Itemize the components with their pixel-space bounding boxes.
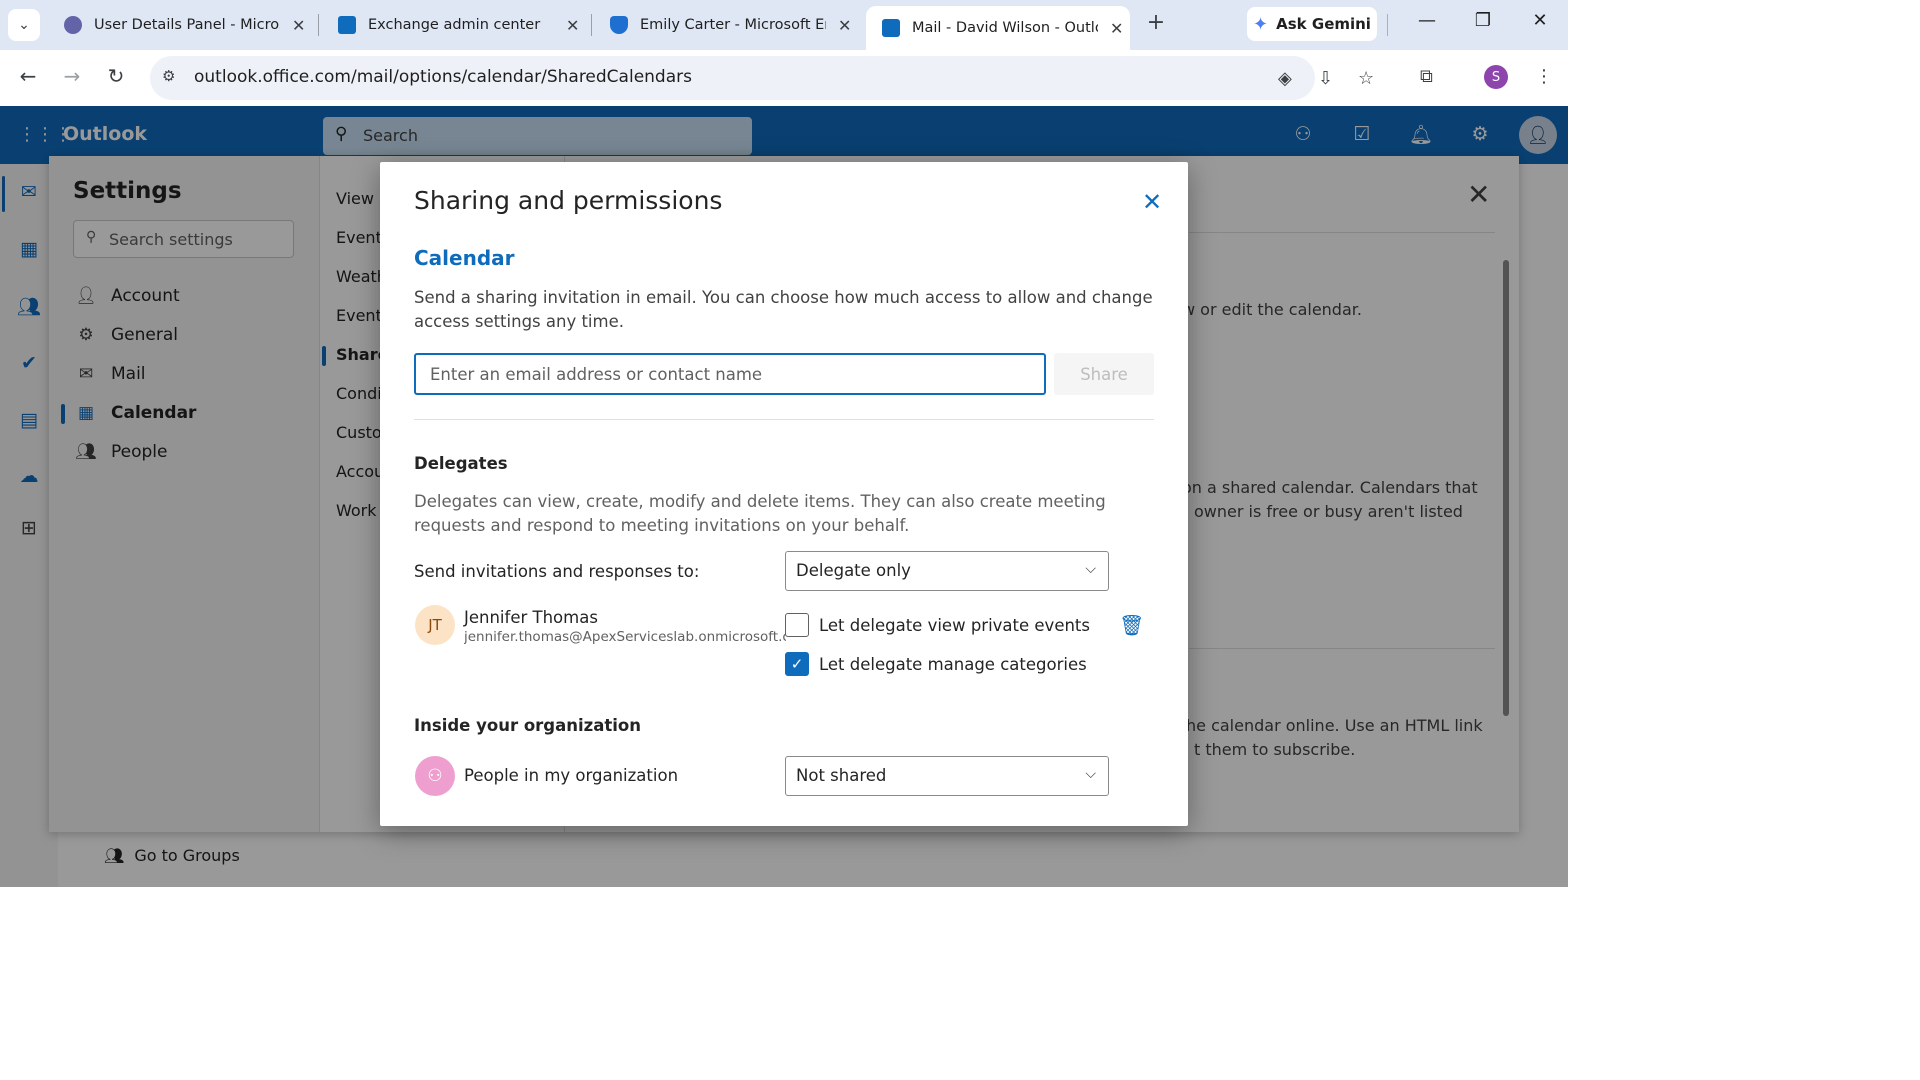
- share-button[interactable]: Share: [1054, 353, 1154, 395]
- browser-tab-entra[interactable]: Emily Carter - Microsoft Entr ✕: [594, 6, 851, 44]
- profile-avatar[interactable]: S: [1484, 65, 1508, 89]
- outlook-icon: [882, 19, 900, 37]
- minimize-icon[interactable]: —: [1407, 10, 1447, 31]
- email-field[interactable]: [414, 353, 1046, 395]
- close-tab-icon[interactable]: ✕: [566, 16, 579, 35]
- browser-toolbar: ← → ↻ ⚙ outlook.office.com/mail/options/…: [0, 50, 1568, 106]
- extensions-icon[interactable]: ⧉: [1420, 66, 1433, 87]
- send-invitations-label: Send invitations and responses to:: [414, 562, 700, 581]
- send-invitations-dropdown[interactable]: Delegate only ⌵: [785, 551, 1109, 591]
- manage-categories-label[interactable]: Let delegate manage categories: [819, 655, 1087, 674]
- address-bar[interactable]: ⚙ outlook.office.com/mail/options/calend…: [150, 56, 1374, 100]
- browser-tab-user-details[interactable]: User Details Panel - Microsof ✕: [48, 6, 305, 44]
- forward-arrow-icon[interactable]: →: [58, 64, 86, 88]
- dropdown-value: Not shared: [796, 766, 887, 785]
- exchange-icon: [338, 16, 356, 34]
- close-tab-icon[interactable]: ✕: [1110, 19, 1123, 38]
- tab-label: Exchange admin center: [368, 17, 541, 33]
- checkmark-icon: ✓: [790, 655, 804, 673]
- manage-categories-checkbox[interactable]: ✓: [785, 652, 809, 676]
- divider: [414, 419, 1154, 420]
- gear-icon: [64, 16, 82, 34]
- bookmark-star-icon[interactable]: ☆: [1358, 68, 1374, 89]
- browser-tab-outlook[interactable]: Mail - David Wilson - Outloo ✕: [866, 6, 1130, 50]
- back-arrow-icon[interactable]: ←: [14, 64, 42, 88]
- tab-divider: [591, 14, 592, 36]
- delete-delegate-trash-icon[interactable]: 🗑︎: [1119, 613, 1144, 637]
- browser-tab-strip: ⌄ User Details Panel - Microsof ✕ Exchan…: [0, 0, 1568, 50]
- view-private-events-label[interactable]: Let delegate view private events: [819, 616, 1090, 635]
- gemini-sparkle-icon: ✦: [1253, 13, 1269, 35]
- organization-sharing-dropdown[interactable]: Not shared ⌵: [785, 756, 1109, 796]
- install-app-icon[interactable]: ⇩: [1318, 68, 1333, 89]
- organization-people-icon: ⚇: [415, 756, 455, 796]
- sharing-permissions-dialog: Sharing and permissions ✕ Calendar Send …: [380, 162, 1188, 826]
- browser-tab-exchange[interactable]: Exchange admin center ✕: [322, 6, 579, 44]
- close-icon[interactable]: ✕: [1140, 190, 1164, 214]
- close-tab-icon[interactable]: ✕: [292, 16, 305, 35]
- more-menu-icon[interactable]: ⋮: [1535, 66, 1553, 87]
- tab-divider: [318, 14, 319, 36]
- url-text[interactable]: outlook.office.com/mail/options/calendar…: [194, 67, 692, 87]
- close-window-icon[interactable]: ✕: [1520, 10, 1560, 31]
- ask-gemini-label: Ask Gemini: [1276, 15, 1371, 33]
- reload-icon[interactable]: ↻: [102, 64, 130, 88]
- lens-icon[interactable]: ◈: [1278, 68, 1292, 89]
- tab-label: Emily Carter - Microsoft Entr: [640, 17, 826, 33]
- tab-search-chevron-icon[interactable]: ⌄: [8, 9, 40, 41]
- dropdown-value: Delegate only: [796, 561, 911, 580]
- calendar-heading: Calendar: [414, 246, 515, 270]
- chevron-down-icon: ⌵: [1085, 766, 1096, 782]
- chevron-down-icon: ⌵: [1085, 561, 1096, 577]
- tab-divider: [1387, 14, 1388, 36]
- close-tab-icon[interactable]: ✕: [838, 16, 851, 35]
- site-settings-icon[interactable]: ⚙: [162, 67, 184, 89]
- tab-label: Mail - David Wilson - Outloo: [912, 20, 1098, 36]
- inside-organization-heading: Inside your organization: [414, 716, 642, 735]
- sharing-intro-text: Send a sharing invitation in email. You …: [414, 288, 1153, 331]
- entra-icon: [610, 16, 628, 34]
- restore-icon[interactable]: ❐: [1463, 10, 1503, 31]
- organization-row-label: People in my organization: [464, 766, 679, 785]
- tab-label: User Details Panel - Microsof: [94, 17, 280, 33]
- delegate-name: Jennifer Thomas: [464, 608, 598, 627]
- new-tab-button[interactable]: +: [1142, 10, 1170, 35]
- view-private-events-checkbox[interactable]: [785, 613, 809, 637]
- delegates-heading: Delegates: [414, 454, 508, 473]
- dialog-title: Sharing and permissions: [414, 186, 723, 215]
- delegate-email: jennifer.thomas@ApexServiceslab.onmicros…: [464, 629, 786, 645]
- ask-gemini-button[interactable]: ✦ Ask Gemini: [1247, 7, 1377, 41]
- delegates-description: Delegates can view, create, modify and d…: [414, 492, 1106, 535]
- delegate-avatar: JT: [415, 605, 455, 645]
